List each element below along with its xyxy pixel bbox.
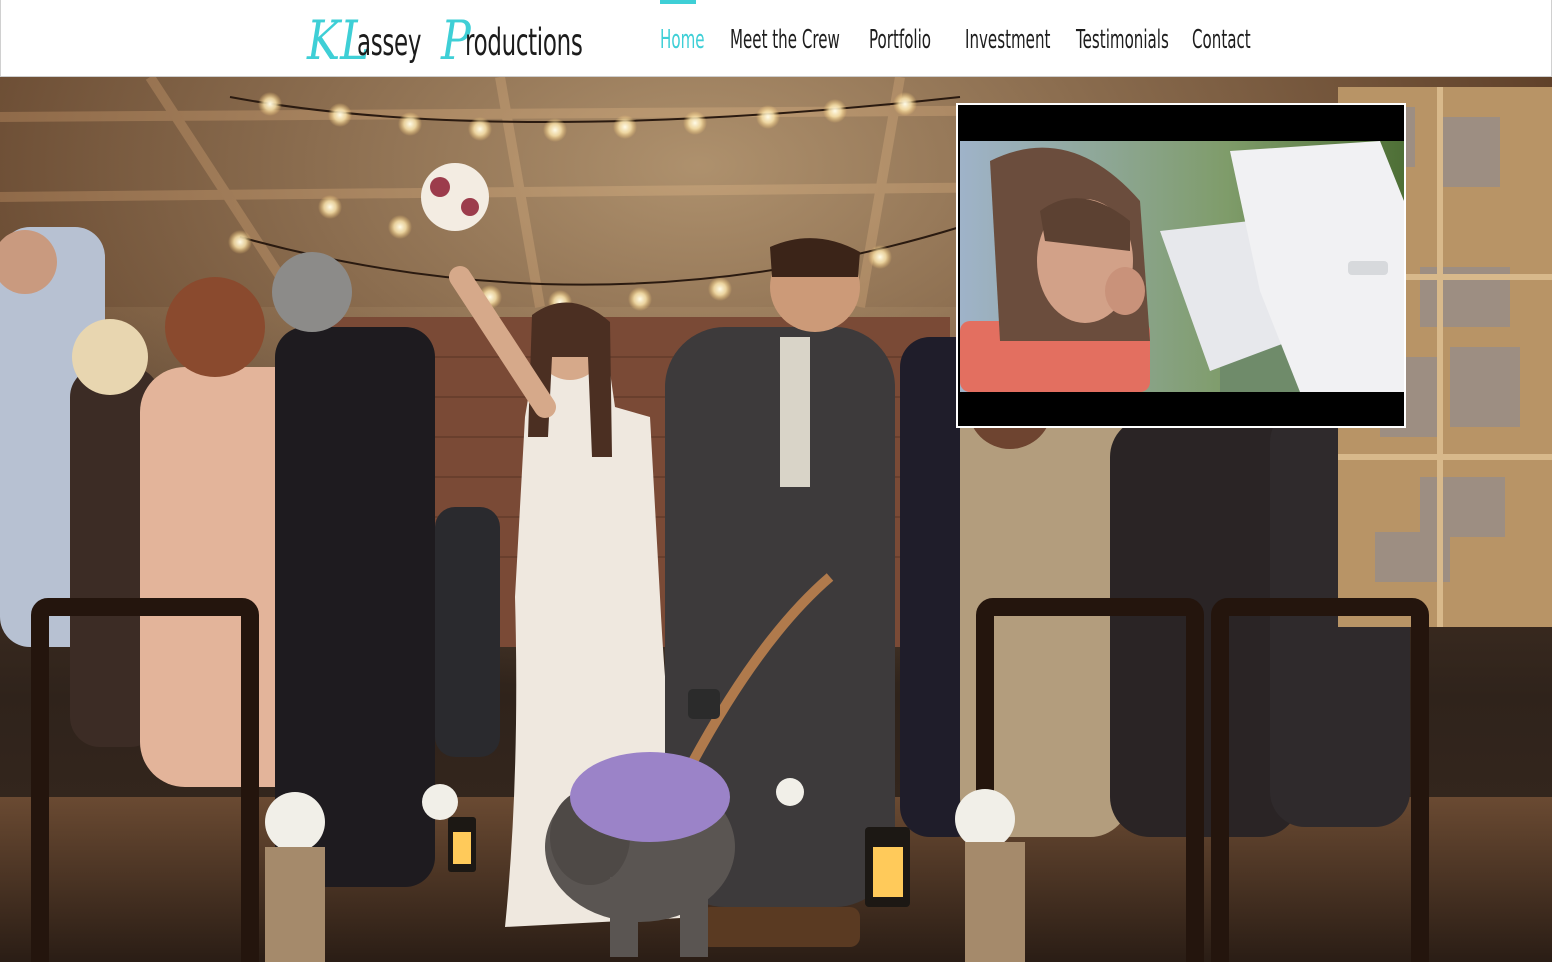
nav-home[interactable]: Home	[660, 0, 737, 77]
site-logo[interactable]: KL assey P roductions	[307, 5, 605, 71]
logo-text-assey: assey	[357, 21, 422, 64]
nav-contact[interactable]: Contact	[1192, 0, 1293, 77]
nav-testimonials-label: Testimonials	[1076, 24, 1169, 55]
logo-text-roductions: roductions	[465, 21, 583, 64]
nav-contact-label: Contact	[1192, 24, 1251, 55]
logo-initial-p: P	[441, 9, 471, 72]
nav-investment-label: Investment	[965, 24, 1051, 55]
logo-initial-kl: KL	[307, 9, 370, 72]
video-player[interactable]	[956, 103, 1406, 428]
site-header: KL assey P roductions Home Meet the Crew…	[0, 0, 1552, 77]
hero-image	[0, 77, 1552, 962]
nav-portfolio[interactable]: Portfolio	[869, 0, 976, 77]
video-thumbnail	[960, 141, 1404, 392]
nav-portfolio-label: Portfolio	[869, 24, 932, 55]
video-frame	[960, 141, 1404, 392]
nav-meet-the-crew-label: Meet the Crew	[730, 24, 840, 55]
nav-home-label: Home	[660, 24, 705, 55]
